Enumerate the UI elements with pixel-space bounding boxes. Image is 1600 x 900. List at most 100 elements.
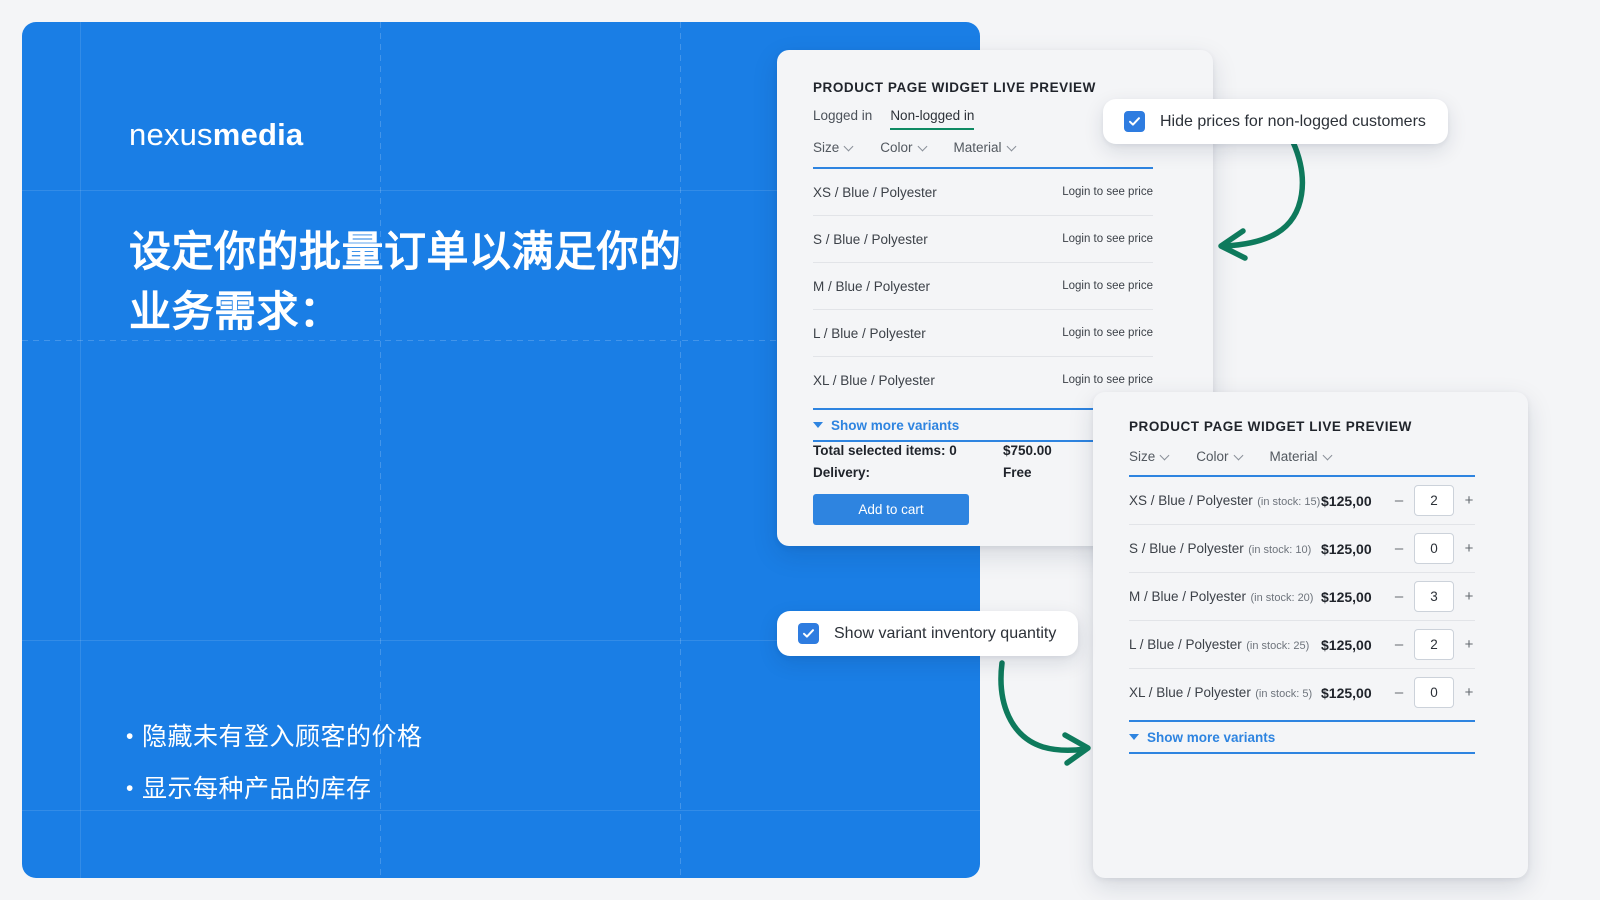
decrement-button[interactable]: – — [1393, 589, 1405, 604]
filter-color-label: Color — [880, 140, 913, 155]
table-row: XL / Blue / Polyester (in stock: 5) $125… — [1129, 669, 1475, 716]
variant-stock: (in stock: 20) — [1250, 591, 1314, 604]
widget-card-inventory: PRODUCT PAGE WIDGET LIVE PREVIEW Size Co… — [1093, 392, 1528, 878]
callout-hide-prices: Hide prices for non-logged customers — [1103, 99, 1448, 144]
table-row: L / Blue / Polyester (in stock: 25) $125… — [1129, 621, 1475, 668]
table-row: XS / Blue / Polyester (in stock: 15) $12… — [1129, 477, 1475, 524]
quantity-input[interactable]: 2 — [1414, 629, 1454, 660]
feature-bullet-list: • 隐藏未有登入顾客的价格 • 显示每种产品的库存 — [126, 722, 686, 826]
variant-name: L / Blue / Polyester — [1129, 636, 1242, 652]
table-row: S / Blue / Polyester Login to see price — [813, 216, 1153, 262]
quantity-stepper: – 2 + — [1393, 485, 1475, 516]
widget-title: PRODUCT PAGE WIDGET LIVE PREVIEW — [1129, 419, 1412, 434]
callout-label: Show variant inventory quantity — [834, 624, 1057, 642]
variant-name: XL / Blue / Polyester — [813, 372, 935, 388]
list-item: • 显示每种产品的库存 — [126, 774, 686, 804]
decrement-button[interactable]: – — [1393, 541, 1405, 556]
variant-price-note: Login to see price — [1062, 186, 1153, 198]
filter-color[interactable]: Color — [1196, 449, 1243, 464]
tab-non-logged-in[interactable]: Non-logged in — [890, 108, 975, 130]
decrement-button[interactable]: – — [1393, 493, 1405, 508]
chevron-down-icon — [1235, 452, 1244, 461]
variant-price: $125,00 — [1321, 636, 1372, 653]
variant-table: XS / Blue / Polyester (in stock: 15) $12… — [1129, 475, 1475, 754]
quantity-stepper: – 0 + — [1393, 677, 1475, 708]
bullet-text: 显示每种产品的库存 — [142, 775, 372, 803]
filter-color-label: Color — [1196, 449, 1229, 464]
filter-size-label: Size — [1129, 449, 1156, 464]
variant-name: S / Blue / Polyester — [813, 231, 928, 247]
variant-name: M / Blue / Polyester — [813, 278, 931, 294]
filter-material-label: Material — [953, 140, 1002, 155]
filter-size[interactable]: Size — [1129, 449, 1170, 464]
variant-price-note: Login to see price — [1062, 233, 1153, 245]
chevron-down-icon — [1324, 452, 1333, 461]
variant-price-note: Login to see price — [1062, 327, 1153, 339]
quantity-input[interactable]: 0 — [1414, 533, 1454, 564]
variant-name: XS / Blue / Polyester — [1129, 492, 1253, 508]
table-row: M / Blue / Polyester Login to see price — [813, 263, 1153, 309]
increment-button[interactable]: + — [1463, 637, 1475, 652]
variant-price: $125,00 — [1321, 492, 1372, 509]
check-icon — [803, 629, 814, 638]
variant-name: M / Blue / Polyester — [1129, 588, 1247, 604]
filter-size-label: Size — [813, 140, 840, 155]
callout-arrow-top — [1218, 139, 1306, 261]
filter-size[interactable]: Size — [813, 140, 854, 155]
filter-material[interactable]: Material — [954, 140, 1017, 155]
quantity-input[interactable]: 0 — [1414, 677, 1454, 708]
bullet-text: 隐藏未有登入顾客的价格 — [142, 723, 423, 751]
table-row: L / Blue / Polyester Login to see price — [813, 310, 1153, 356]
screenshot-root: nexusmedia 设定你的批量订单以满足你的业务需求： • 隐藏未有登入顾客… — [0, 0, 1600, 900]
variant-stock: (in stock: 15) — [1257, 495, 1321, 508]
increment-button[interactable]: + — [1463, 493, 1475, 508]
variant-filter-bar: Size Color Material — [1129, 449, 1333, 464]
increment-button[interactable]: + — [1463, 589, 1475, 604]
show-more-label: Show more variants — [831, 417, 960, 433]
add-to-cart-button[interactable]: Add to cart — [813, 494, 969, 525]
variant-price: $125,00 — [1321, 684, 1372, 701]
delivery-label: Delivery: — [813, 464, 871, 480]
quantity-stepper: – 2 + — [1393, 629, 1475, 660]
brand-logo: nexusmedia — [129, 117, 303, 153]
filter-material[interactable]: Material — [1270, 449, 1333, 464]
callout-label: Hide prices for non-logged customers — [1160, 112, 1426, 130]
variant-name: S / Blue / Polyester — [1129, 540, 1244, 556]
variant-price-note: Login to see price — [1062, 374, 1153, 386]
variant-stock: (in stock: 25) — [1246, 639, 1310, 652]
table-row: S / Blue / Polyester (in stock: 10) $125… — [1129, 525, 1475, 572]
chevron-down-icon — [1161, 452, 1170, 461]
bullet-marker-icon: • — [126, 725, 134, 748]
variant-name: XS / Blue / Polyester — [813, 184, 937, 200]
variant-stock: (in stock: 5) — [1255, 687, 1313, 700]
quantity-stepper: – 3 + — [1393, 581, 1475, 612]
variant-filter-bar: Size Color Material — [813, 140, 1017, 155]
increment-button[interactable]: + — [1463, 541, 1475, 556]
widget-title: PRODUCT PAGE WIDGET LIVE PREVIEW — [813, 80, 1096, 95]
total-items-label: Total selected items: 0 — [813, 442, 957, 458]
quantity-input[interactable]: 2 — [1414, 485, 1454, 516]
quantity-input[interactable]: 3 — [1414, 581, 1454, 612]
quantity-stepper: – 0 + — [1393, 533, 1475, 564]
callout-arrow-bottom — [998, 660, 1091, 766]
filter-color[interactable]: Color — [880, 140, 927, 155]
show-more-variants-button[interactable]: Show more variants — [1129, 722, 1475, 752]
filter-material-label: Material — [1269, 449, 1318, 464]
decrement-button[interactable]: – — [1393, 685, 1405, 700]
chevron-down-icon — [919, 143, 928, 152]
variant-price: $125,00 — [1321, 540, 1372, 557]
checkbox-show-inventory[interactable] — [798, 623, 819, 644]
widget-tabs: Logged in Non-logged in — [813, 108, 975, 130]
variant-name: XL / Blue / Polyester — [1129, 684, 1251, 700]
decrement-button[interactable]: – — [1393, 637, 1405, 652]
increment-button[interactable]: + — [1463, 685, 1475, 700]
logo-text-bold: media — [212, 117, 304, 152]
callout-show-inventory: Show variant inventory quantity — [777, 611, 1079, 656]
checkbox-hide-prices[interactable] — [1124, 111, 1145, 132]
table-row: XS / Blue / Polyester Login to see price — [813, 169, 1153, 215]
check-icon — [1129, 117, 1140, 126]
bullet-marker-icon: • — [126, 777, 134, 800]
caret-down-icon — [813, 422, 823, 428]
table-row: M / Blue / Polyester (in stock: 20) $125… — [1129, 573, 1475, 620]
tab-logged-in[interactable]: Logged in — [813, 108, 872, 130]
